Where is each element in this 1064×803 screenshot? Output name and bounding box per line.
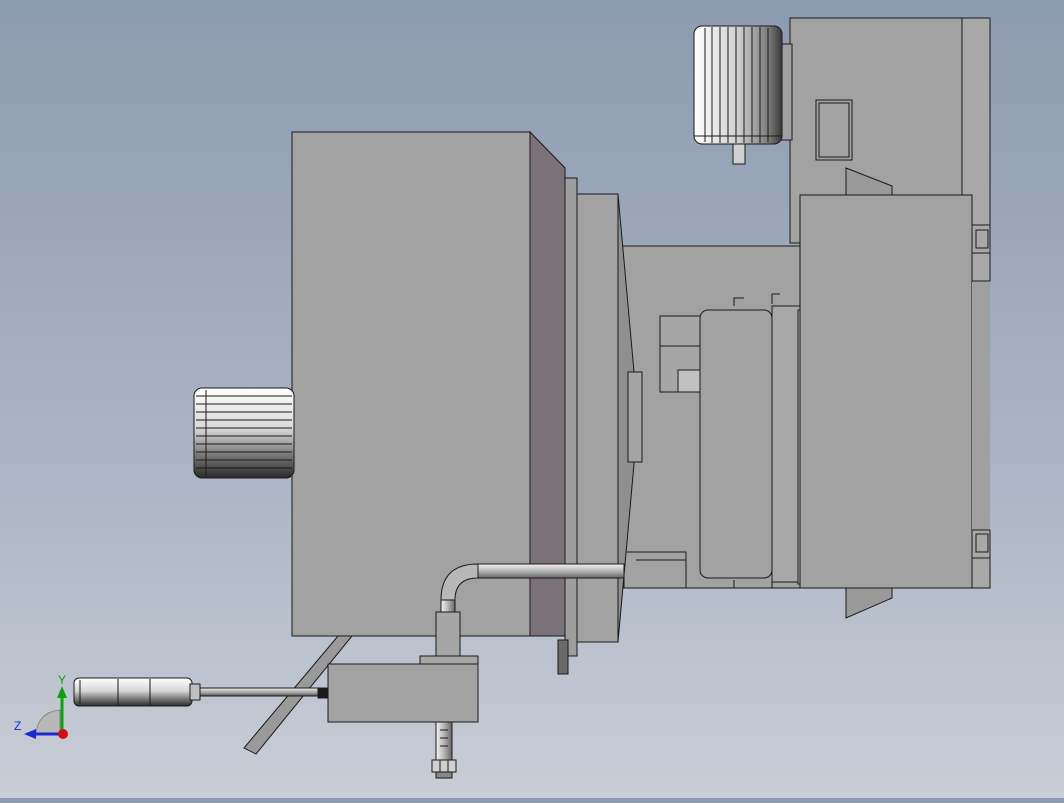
orientation-triad: Y Z: [10, 672, 80, 744]
left-motor[interactable]: [193, 387, 295, 479]
assembly-drawing[interactable]: [0, 0, 1064, 798]
top-motor[interactable]: [693, 25, 793, 165]
bracket-block[interactable]: [317, 655, 479, 723]
z-axis-label: Z: [14, 719, 21, 733]
gearbox-block[interactable]: [291, 130, 566, 637]
right-block[interactable]: [799, 194, 991, 619]
spindle-housing[interactable]: [619, 245, 807, 589]
y-axis-label: Y: [58, 673, 66, 687]
cad-viewport[interactable]: Y Z: [0, 0, 1064, 798]
air-cylinder[interactable]: [73, 677, 319, 707]
z-axis-head: [24, 729, 36, 739]
x-axis-dot: [58, 729, 68, 739]
lower-probe[interactable]: [431, 721, 457, 779]
triad-disc: [35, 709, 61, 735]
y-axis-head: [57, 686, 67, 698]
